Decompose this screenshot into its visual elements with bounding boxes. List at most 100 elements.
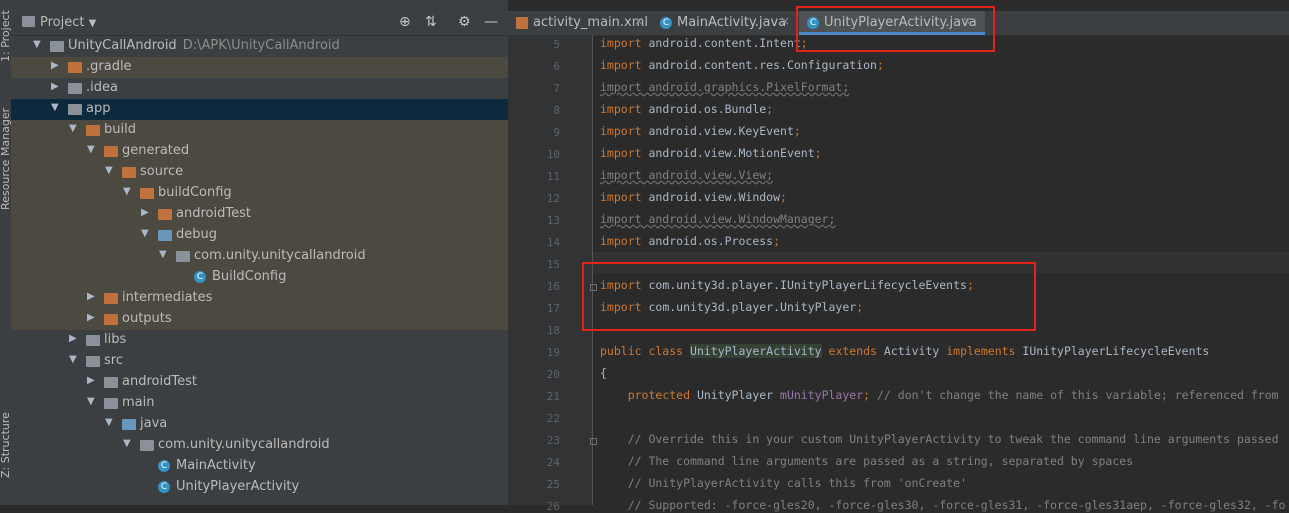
close-icon[interactable]: × <box>780 14 790 28</box>
code-line[interactable]: { <box>600 366 607 380</box>
tree-item[interactable]: ▼ com.unity.unitycallandroid <box>11 435 508 456</box>
gear-icon[interactable]: ⚙ <box>458 14 471 30</box>
tree-item-text: app <box>86 101 111 116</box>
close-icon[interactable]: × <box>634 14 644 28</box>
tree-item[interactable]: ▶ androidTest <box>11 372 508 393</box>
line-number: 8 <box>553 104 560 117</box>
tree-item[interactable]: ▼ debug <box>11 225 508 246</box>
project-view-selector[interactable]: Project ▼ <box>40 15 96 30</box>
collapsed-arrow-icon[interactable]: ▶ <box>141 207 151 218</box>
code-line[interactable]: // Override this in your custom UnityPla… <box>600 432 1279 446</box>
code-line[interactable]: import android.content.Intent; <box>600 36 808 50</box>
tree-item[interactable]: ▼ build <box>11 120 508 141</box>
tree-item-text: build <box>104 122 136 137</box>
expanded-arrow-icon[interactable]: ▼ <box>105 417 115 428</box>
code-line[interactable]: // The command line arguments are passed… <box>600 454 1133 468</box>
code-line[interactable]: import android.content.res.Configuration… <box>600 58 884 72</box>
folder-icon <box>50 41 64 52</box>
collapsed-arrow-icon[interactable]: ▶ <box>87 291 97 302</box>
line-number: 13 <box>546 214 560 227</box>
code-line[interactable]: import android.view.KeyEvent; <box>600 124 801 138</box>
collapsed-arrow-icon[interactable]: ▶ <box>51 60 61 71</box>
tree-item[interactable]: C BuildConfig <box>11 267 508 288</box>
fold-marker-icon[interactable] <box>590 438 597 445</box>
line-number: 18 <box>546 324 560 337</box>
editor-tab-label: MainActivity.java <box>677 15 787 30</box>
collapsed-arrow-icon[interactable]: ▶ <box>51 81 61 92</box>
code-line[interactable]: protected UnityPlayer mUnityPlayer; // d… <box>600 388 1279 402</box>
locate-file-icon[interactable]: ⊕ <box>399 14 411 30</box>
tree-item-text: java <box>140 416 168 431</box>
collapsed-arrow-icon[interactable]: ▶ <box>87 375 97 386</box>
code-line[interactable]: // Supported: -force-gles20, -force-gles… <box>600 498 1286 512</box>
line-number: 6 <box>553 60 560 73</box>
tree-item-label: UnityPlayerActivity <box>176 479 299 494</box>
tree-item[interactable]: ▼ src <box>11 351 508 372</box>
collapsed-arrow-icon[interactable]: ▶ <box>87 312 97 323</box>
expanded-arrow-icon[interactable]: ▼ <box>69 123 79 134</box>
tree-item-label: main <box>122 395 154 410</box>
tree-item-text: src <box>104 353 123 368</box>
fold-marker-icon[interactable] <box>590 284 597 291</box>
code-line[interactable]: import android.view.Window; <box>600 190 787 204</box>
editor-tab[interactable]: C MainActivity.java × <box>652 11 798 35</box>
tree-item[interactable]: ▶ .idea <box>11 78 508 99</box>
tree-item-label: BuildConfig <box>212 269 286 284</box>
tree-item[interactable]: ▶ .gradle <box>11 57 508 78</box>
collapse-all-icon[interactable]: ⇅ <box>425 14 437 30</box>
expanded-arrow-icon[interactable]: ▼ <box>123 186 133 197</box>
tree-item[interactable]: ▼ app <box>11 99 508 120</box>
annotation-box-imports <box>582 262 1036 331</box>
expanded-arrow-icon[interactable]: ▼ <box>141 228 151 239</box>
tree-item[interactable]: ▼ java <box>11 414 508 435</box>
expanded-arrow-icon[interactable]: ▼ <box>123 438 133 449</box>
expanded-arrow-icon[interactable]: ▼ <box>105 165 115 176</box>
tree-item[interactable]: ▶ intermediates <box>11 288 508 309</box>
hide-panel-icon[interactable]: — <box>484 14 498 30</box>
folder-icon <box>176 251 190 262</box>
editor-tab-label: activity_main.xml <box>533 15 649 30</box>
tree-item-label: libs <box>104 332 126 347</box>
code-line[interactable]: import android.os.Process; <box>600 234 780 248</box>
tree-item-text: .gradle <box>86 59 132 74</box>
expanded-arrow-icon[interactable]: ▼ <box>159 249 169 260</box>
code-line[interactable]: import android.view.WindowManager; <box>600 212 835 226</box>
code-line[interactable]: import android.graphics.PixelFormat; <box>600 80 849 94</box>
code-line[interactable]: import android.os.Bundle; <box>600 102 773 116</box>
expanded-arrow-icon[interactable]: ▼ <box>51 102 61 113</box>
tree-item[interactable]: ▼ buildConfig <box>11 183 508 204</box>
tree-item[interactable]: C UnityPlayerActivity <box>11 477 508 498</box>
expanded-arrow-icon[interactable]: ▼ <box>87 396 97 407</box>
tree-item-label: UnityCallAndroid D:\APK\UnityCallAndroid <box>68 38 340 53</box>
tree-item[interactable]: ▶ libs <box>11 330 508 351</box>
java-class-icon: C <box>660 17 672 29</box>
collapsed-arrow-icon[interactable]: ▶ <box>69 333 79 344</box>
folder-icon <box>68 104 82 115</box>
tree-item-text: libs <box>104 332 127 347</box>
expanded-arrow-icon[interactable]: ▼ <box>69 354 79 365</box>
tree-item-label: androidTest <box>122 374 197 389</box>
code-line[interactable]: import android.view.View; <box>600 168 773 182</box>
code-line[interactable]: import android.view.MotionEvent; <box>600 146 822 160</box>
tree-item[interactable]: ▼ UnityCallAndroid D:\APK\UnityCallAndroid <box>11 36 508 57</box>
expanded-arrow-icon[interactable]: ▼ <box>87 144 97 155</box>
project-view-icon <box>22 16 35 27</box>
xml-file-icon <box>516 17 528 29</box>
folder-icon <box>122 167 136 178</box>
tree-item-label: debug <box>176 227 217 242</box>
editor-tab[interactable]: activity_main.xml × <box>508 11 651 35</box>
tree-item[interactable]: ▼ main <box>11 393 508 414</box>
tree-item[interactable]: ▶ outputs <box>11 309 508 330</box>
line-number: 26 <box>546 500 560 513</box>
code-line[interactable]: // UnityPlayerActivity calls this from '… <box>600 476 967 490</box>
expanded-arrow-icon[interactable]: ▼ <box>33 39 43 50</box>
tree-item-text: MainActivity <box>176 458 256 473</box>
tree-item[interactable]: C MainActivity <box>11 456 508 477</box>
tree-item[interactable]: ▼ com.unity.unitycallandroid <box>11 246 508 267</box>
project-path: D:\APK\UnityCallAndroid <box>182 38 340 53</box>
code-line[interactable]: public class UnityPlayerActivity extends… <box>600 344 1209 358</box>
tree-item[interactable]: ▼ source <box>11 162 508 183</box>
tree-item[interactable]: ▼ generated <box>11 141 508 162</box>
tree-item-text: outputs <box>122 311 172 326</box>
tree-item[interactable]: ▶ androidTest <box>11 204 508 225</box>
